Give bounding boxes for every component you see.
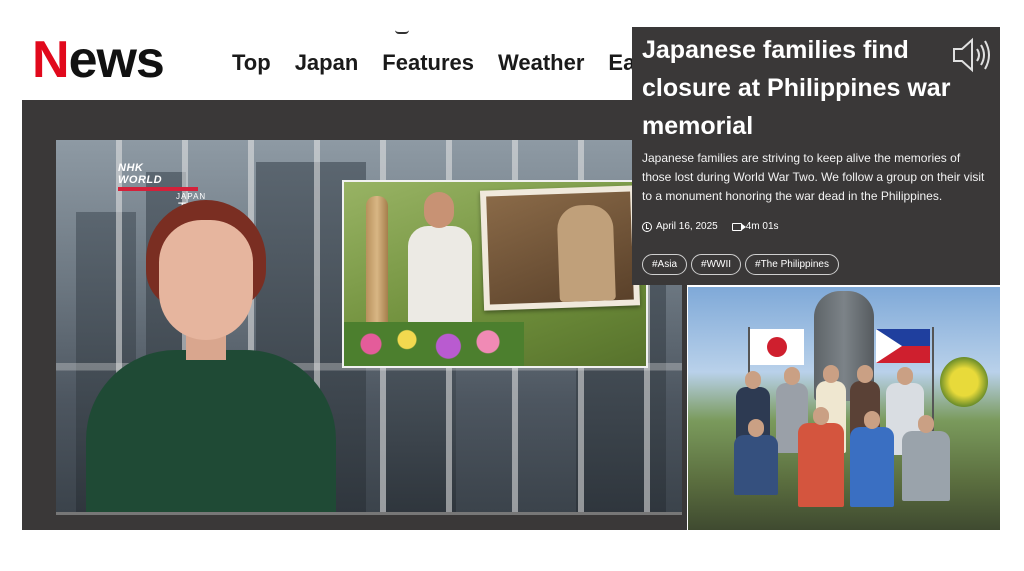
group-member	[798, 407, 844, 507]
video-player[interactable]: NHK WORLD JAPAN TOKYO	[22, 100, 687, 530]
story-inset-image	[342, 180, 648, 368]
tag-list: #Asia #WWII #The Philippines	[642, 254, 839, 275]
japan-flag	[750, 329, 804, 365]
main-nav: Top Japan Features Weather Earth	[232, 50, 689, 76]
soldier-portrait	[556, 204, 616, 303]
article-meta: April 16, 2025 4m 01s	[642, 221, 779, 232]
news-logo[interactable]: News	[32, 32, 165, 88]
wooden-memorial	[366, 196, 388, 332]
tag-wwii[interactable]: #WWII	[691, 254, 742, 275]
philippines-flag	[876, 329, 930, 363]
group-member	[850, 411, 894, 507]
article-description: Japanese families are striving to keep a…	[642, 151, 985, 203]
old-photograph	[479, 185, 641, 311]
video-duration-icon	[731, 222, 746, 231]
decorative-tick	[395, 30, 409, 34]
nav-item-top[interactable]: Top	[232, 50, 271, 76]
nav-item-weather[interactable]: Weather	[498, 50, 584, 76]
article-date: April 16, 2025	[656, 221, 718, 232]
article-title[interactable]: Japanese families find closure at Philip…	[642, 31, 958, 145]
article-panel: Japanese families find closure at Philip…	[632, 27, 1000, 285]
video-frame[interactable]: NHK WORLD JAPAN TOKYO	[56, 140, 682, 512]
tag-asia[interactable]: #Asia	[642, 254, 688, 275]
logo-bar	[118, 187, 198, 191]
speaker-icon[interactable]	[950, 35, 994, 75]
nav-item-features[interactable]: Features	[382, 50, 474, 76]
nav-item-japan[interactable]: Japan	[295, 50, 359, 76]
news-anchor	[86, 200, 336, 512]
group-member	[902, 415, 950, 501]
group-member	[734, 419, 778, 495]
anchor-face	[159, 220, 253, 340]
praying-man	[408, 192, 472, 342]
group-photo	[688, 287, 1000, 530]
video-duration: 4m 01s	[745, 221, 779, 232]
flowers	[344, 322, 524, 366]
video-progress-bar[interactable]	[56, 512, 682, 515]
anchor-body	[86, 350, 336, 512]
flowering-tree	[940, 357, 988, 407]
clock-icon	[642, 221, 652, 232]
tag-the-philippines[interactable]: #The Philippines	[745, 254, 839, 275]
